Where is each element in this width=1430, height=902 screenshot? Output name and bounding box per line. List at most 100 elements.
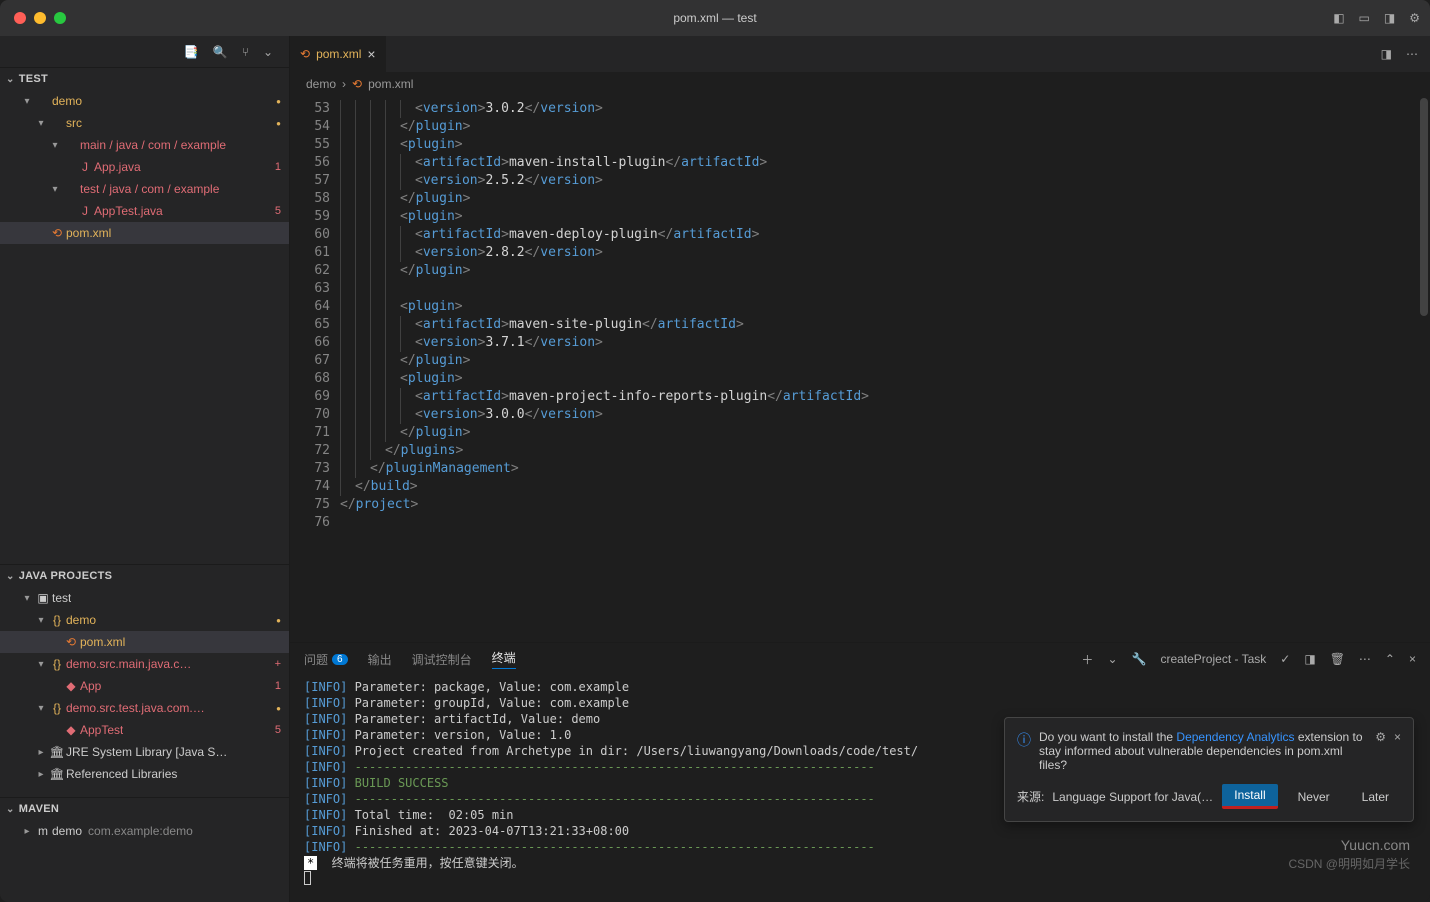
file-icon: {} xyxy=(48,701,66,715)
tree-row[interactable]: ▸🏛Referenced Libraries xyxy=(0,763,289,785)
tree-label: AppTest xyxy=(80,723,123,737)
file-icon: ◆ xyxy=(62,723,80,737)
install-button[interactable]: Install xyxy=(1222,784,1277,809)
more-icon[interactable]: ⌄ xyxy=(263,45,273,59)
explorer-section-header[interactable]: ⌄ TEST xyxy=(0,68,289,90)
dependency-analytics-link[interactable]: Dependency Analytics xyxy=(1176,730,1294,744)
tree-row[interactable]: ▾demo xyxy=(0,90,289,112)
search-icon[interactable]: 🔍 xyxy=(213,45,228,59)
tree-label: src xyxy=(66,116,82,130)
chevron-icon: ▾ xyxy=(48,140,62,151)
tree-row[interactable]: ▾{}demo.src.test.java.com.… xyxy=(0,697,289,719)
breadcrumb[interactable]: demo › ⟲ pom.xml xyxy=(290,72,1430,96)
file-icon: ⟲ xyxy=(48,226,66,240)
source-label: 来源: xyxy=(1017,788,1044,805)
tree-row[interactable]: ◆App1 xyxy=(0,675,289,697)
tree-label: AppTest.java xyxy=(94,204,163,218)
source-control-icon[interactable]: ⑂ xyxy=(242,45,249,59)
tree-label: test / java / com / example xyxy=(80,182,219,196)
breadcrumb-item[interactable]: pom.xml xyxy=(368,77,413,91)
tree-row[interactable]: ▸mdemocom.example:demo xyxy=(0,820,289,842)
panel-tabs: 问题 6 输出 调试控制台 终端 ＋ ⌄ 🔧 createProject - T… xyxy=(290,643,1430,675)
chevron-icon: ▾ xyxy=(34,615,48,626)
file-icon: 🏛 xyxy=(48,745,66,759)
terminal-dropdown-icon[interactable]: ⌄ xyxy=(1107,652,1117,666)
customize-layout-icon[interactable]: ⚙ xyxy=(1409,11,1420,25)
more-actions-icon[interactable]: ⋯ xyxy=(1406,47,1418,61)
window-close-button[interactable] xyxy=(14,12,26,24)
tree-row[interactable]: JAppTest.java5 xyxy=(0,200,289,222)
file-icon: J xyxy=(76,160,94,174)
gear-icon[interactable]: ⚙ xyxy=(1375,730,1386,744)
later-button[interactable]: Later xyxy=(1350,786,1401,808)
check-icon: ✓ xyxy=(1280,652,1290,666)
close-panel-icon[interactable]: × xyxy=(1409,652,1416,666)
tree-row[interactable]: ▸🏛JRE System Library [Java S… xyxy=(0,741,289,763)
explorer-icon[interactable]: 📑 xyxy=(184,45,199,59)
xml-file-icon: ⟲ xyxy=(300,47,310,61)
chevron-icon: ▸ xyxy=(20,826,34,837)
tree-row[interactable]: ▾src xyxy=(0,112,289,134)
new-terminal-icon[interactable]: ＋ xyxy=(1081,651,1093,668)
file-icon: ▣ xyxy=(34,591,52,605)
file-icon: 🏛 xyxy=(48,767,66,781)
chevron-icon: ▾ xyxy=(48,184,62,195)
tree-row[interactable]: ▾ test / java / com / example xyxy=(0,178,289,200)
tree-row[interactable]: ▾{}demo xyxy=(0,609,289,631)
maven-header[interactable]: ⌄ MAVEN xyxy=(0,798,289,820)
scrollbar[interactable] xyxy=(1420,98,1428,316)
panel-tab-problems[interactable]: 问题 6 xyxy=(304,651,348,668)
file-icon: m xyxy=(34,824,52,838)
close-icon[interactable]: × xyxy=(367,46,375,62)
breadcrumb-item[interactable]: demo xyxy=(306,77,336,91)
never-button[interactable]: Never xyxy=(1286,786,1342,808)
titlebar: pom.xml — test ◧ ▭ ◨ ⚙ xyxy=(0,0,1430,36)
tree-row[interactable]: JApp.java1 xyxy=(0,156,289,178)
tree-label: JRE System Library [Java S… xyxy=(66,745,227,759)
chevron-icon: ▾ xyxy=(34,659,48,670)
split-terminal-icon[interactable]: ◨ xyxy=(1304,652,1315,666)
tree-row[interactable]: ▾{}demo.src.main.java.c…+ xyxy=(0,653,289,675)
layout-toggle-primary-icon[interactable]: ◧ xyxy=(1333,11,1344,25)
close-icon[interactable]: × xyxy=(1394,730,1401,744)
tree-label: App xyxy=(80,679,101,693)
tab-pom-xml[interactable]: ⟲ pom.xml × xyxy=(290,36,387,72)
file-icon: {} xyxy=(48,613,66,627)
tree-row[interactable]: ▾ main / java / com / example xyxy=(0,134,289,156)
window-minimize-button[interactable] xyxy=(34,12,46,24)
chevron-down-icon: ⌄ xyxy=(6,804,15,815)
explorer-toolbar: 📑 🔍 ⑂ ⌄ xyxy=(0,36,289,68)
chevron-icon: ▸ xyxy=(34,769,48,780)
kill-terminal-icon[interactable]: 🗑 xyxy=(1330,652,1345,666)
java-projects-header[interactable]: ⌄ JAVA PROJECTS xyxy=(0,565,289,587)
panel-tab-terminal[interactable]: 终端 xyxy=(492,649,516,669)
tree-label: Referenced Libraries xyxy=(66,767,177,781)
tree-label: demo xyxy=(66,613,96,627)
code-content[interactable]: <version>3.0.2</version></plugin><plugin… xyxy=(340,96,1430,642)
sidebar: 📑 🔍 ⑂ ⌄ ⌄ TEST ▾demo▾src▾main / java / c… xyxy=(0,36,290,902)
tree-row[interactable]: ▾▣test xyxy=(0,587,289,609)
notification-toast: ⓘ Do you want to install the Dependency … xyxy=(1004,717,1414,822)
maximize-panel-icon[interactable]: ⌃ xyxy=(1385,652,1395,666)
file-icon: {} xyxy=(48,657,66,671)
tree-label: test xyxy=(52,591,71,605)
tree-row[interactable]: ⟲pom.xml xyxy=(0,631,289,653)
terminal-task-name[interactable]: createProject - Task xyxy=(1160,652,1266,666)
tree-label: pom.xml xyxy=(80,635,125,649)
xml-file-icon: ⟲ xyxy=(352,77,362,91)
tab-filename: pom.xml xyxy=(316,47,361,61)
layout-toggle-secondary-icon[interactable]: ◨ xyxy=(1384,11,1395,25)
tree-row[interactable]: ◆AppTest5 xyxy=(0,719,289,741)
panel-tab-output[interactable]: 输出 xyxy=(368,651,392,668)
more-icon[interactable]: ⋯ xyxy=(1359,652,1371,666)
tree-label: main / java / com / example xyxy=(80,138,226,152)
layout-toggle-panel-icon[interactable]: ▭ xyxy=(1359,11,1370,25)
file-icon: ⟲ xyxy=(62,635,80,649)
code-editor[interactable]: 5354555657585960616263646566676869707172… xyxy=(290,96,1430,642)
info-icon: ⓘ xyxy=(1017,730,1031,750)
panel-tab-debug[interactable]: 调试控制台 xyxy=(412,651,472,668)
split-editor-icon[interactable]: ◨ xyxy=(1381,47,1392,61)
window-maximize-button[interactable] xyxy=(54,12,66,24)
tree-label: pom.xml xyxy=(66,226,111,240)
tree-row[interactable]: ⟲pom.xml xyxy=(0,222,289,244)
